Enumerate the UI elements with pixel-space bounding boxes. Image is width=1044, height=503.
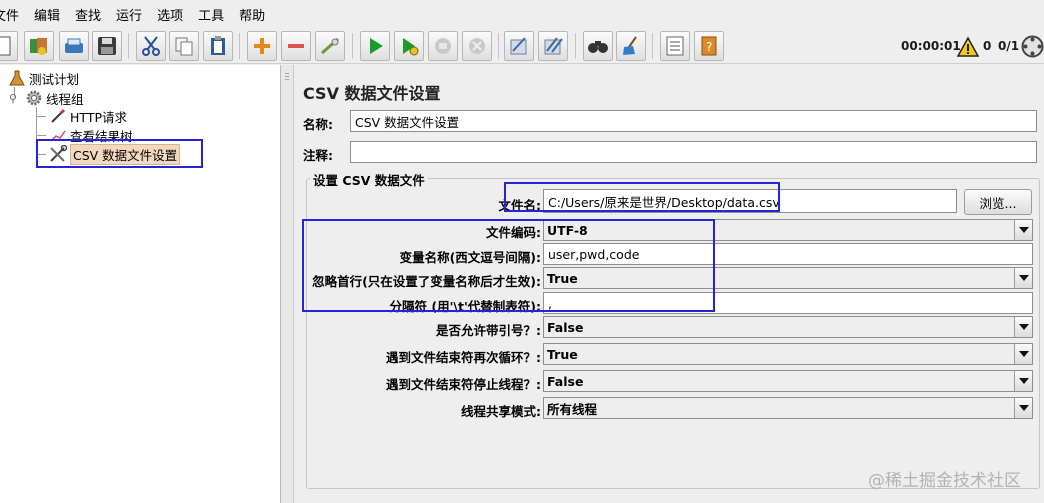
chevron-down-icon[interactable] bbox=[1014, 220, 1032, 240]
name-label: 名称: bbox=[303, 117, 333, 132]
templates-button[interactable] bbox=[24, 31, 54, 61]
allow-quoted-label: 是否允许带引号？: bbox=[436, 323, 541, 338]
paste-icon bbox=[211, 36, 225, 55]
templates-icon bbox=[30, 38, 47, 55]
cut-button[interactable] bbox=[136, 31, 166, 61]
menu-help[interactable]: 帮助 bbox=[239, 5, 265, 24]
search-icon bbox=[588, 41, 608, 53]
menu-file[interactable]: 文件 bbox=[0, 5, 19, 24]
highlight-box-settings bbox=[302, 219, 715, 312]
highlight-box-filename bbox=[504, 182, 780, 212]
start-icon bbox=[370, 38, 383, 54]
page-title: CSV 数据文件设置 bbox=[303, 84, 441, 103]
tree-label-test-plan: 测试计划 bbox=[29, 71, 80, 87]
paste-button[interactable] bbox=[203, 31, 233, 61]
active-threads: 0/1 bbox=[998, 39, 1020, 53]
toolbar: ? 00:00:01 0 0/1 bbox=[0, 28, 1044, 64]
stop-icon bbox=[435, 38, 451, 54]
recycle-eof-label: 遇到文件结束符再次循环？: bbox=[386, 350, 541, 365]
sharing-mode-value: 所有线程 bbox=[547, 401, 598, 417]
reset-search-button[interactable] bbox=[616, 31, 646, 61]
menu-search[interactable]: 查找 bbox=[75, 5, 101, 24]
elapsed-time: 00:00:01 bbox=[901, 39, 961, 53]
shutdown-icon bbox=[469, 38, 485, 54]
comment-label: 注释: bbox=[303, 148, 333, 163]
menu-run[interactable]: 运行 bbox=[116, 5, 142, 24]
allow-quoted-value: False bbox=[547, 319, 584, 335]
chevron-down-icon[interactable] bbox=[1014, 371, 1032, 391]
clear-button[interactable] bbox=[504, 31, 534, 61]
sharing-mode-label: 线程共享模式: bbox=[461, 404, 541, 419]
expand-all-button[interactable] bbox=[247, 31, 277, 61]
csv-config-panel: CSV 数据文件设置 名称: CSV 数据文件设置 注释: 设置 CSV 数据文… bbox=[294, 65, 1044, 503]
recycle-eof-value: True bbox=[547, 346, 578, 362]
chevron-down-icon[interactable] bbox=[1014, 317, 1032, 337]
stop-thread-eof-combobox[interactable]: False bbox=[543, 370, 1033, 392]
copy-button[interactable] bbox=[169, 31, 199, 61]
menu-options[interactable]: 选项 bbox=[157, 5, 183, 24]
tree-label-thread-group: 线程组 bbox=[46, 91, 84, 107]
warning-count: 0 bbox=[983, 39, 992, 53]
new-button[interactable] bbox=[0, 31, 18, 61]
save-button[interactable] bbox=[92, 31, 122, 61]
stop-thread-eof-value: False bbox=[547, 373, 584, 389]
tree-node-thread-group[interactable]: ⚲ 线程组 bbox=[9, 89, 84, 107]
svg-text:?: ? bbox=[706, 40, 712, 54]
chevron-down-icon[interactable] bbox=[1014, 398, 1032, 418]
name-field[interactable]: CSV 数据文件设置 bbox=[350, 110, 1037, 132]
pipette-icon bbox=[49, 107, 67, 125]
test-plan-icon bbox=[8, 69, 26, 87]
start-button[interactable] bbox=[360, 31, 390, 61]
open-button[interactable] bbox=[59, 31, 89, 61]
warning-icon[interactable] bbox=[957, 37, 979, 57]
function-helper-button[interactable] bbox=[660, 31, 690, 61]
tree-label-http-request: HTTP请求 bbox=[70, 109, 127, 125]
allow-quoted-combobox[interactable]: False bbox=[543, 316, 1033, 338]
gear-icon bbox=[25, 89, 43, 107]
highlight-box-tree bbox=[36, 139, 203, 168]
toggle-button[interactable] bbox=[315, 31, 345, 61]
chevron-down-icon[interactable] bbox=[1014, 268, 1032, 288]
split-divider[interactable] bbox=[281, 65, 294, 503]
menu-tools[interactable]: 工具 bbox=[198, 5, 224, 24]
start-no-pauses-icon bbox=[403, 38, 419, 56]
collapse-all-button[interactable] bbox=[281, 31, 311, 61]
tree-toggle-icon[interactable]: ⚲ bbox=[9, 92, 19, 105]
watermark: @稀土掘金技术社区 bbox=[868, 471, 1021, 491]
help-icon: ? bbox=[701, 36, 717, 56]
toggle-icon bbox=[321, 37, 339, 55]
menu-edit[interactable]: 编辑 bbox=[34, 5, 60, 24]
tree-node-http-request[interactable]: HTTP请求 bbox=[49, 107, 127, 125]
search-button[interactable] bbox=[583, 31, 613, 61]
sharing-mode-combobox[interactable]: 所有线程 bbox=[543, 397, 1033, 419]
tree-node-test-plan[interactable]: 测试计划 bbox=[8, 69, 79, 87]
cut-icon bbox=[142, 36, 160, 56]
recycle-eof-combobox[interactable]: True bbox=[543, 343, 1033, 365]
copy-icon bbox=[175, 37, 193, 56]
clear-all-button[interactable] bbox=[538, 31, 568, 61]
start-no-pauses-button[interactable] bbox=[394, 31, 424, 61]
menu-bar: 文件 编辑 查找 运行 选项 工具 帮助 bbox=[0, 0, 1044, 28]
reset-search-icon bbox=[623, 36, 637, 55]
remote-status-icon bbox=[1021, 35, 1044, 58]
open-icon bbox=[65, 38, 83, 53]
comment-field[interactable] bbox=[350, 141, 1037, 163]
save-icon bbox=[98, 37, 116, 55]
function-helper-icon bbox=[666, 36, 684, 56]
test-plan-tree: 测试计划 ⚲ 线程组 HTTP请求 查看结果树 CSV 数据文件设置 bbox=[0, 65, 281, 503]
stop-button[interactable] bbox=[428, 31, 458, 61]
csv-settings-group-title: 设置 CSV 数据文件 bbox=[310, 170, 428, 189]
chevron-down-icon[interactable] bbox=[1014, 344, 1032, 364]
clear-all-icon bbox=[544, 37, 563, 55]
stop-thread-eof-label: 遇到文件结束符停止线程？: bbox=[386, 377, 541, 392]
new-icon bbox=[0, 36, 11, 56]
help-button[interactable]: ? bbox=[694, 31, 724, 61]
browse-button[interactable]: 浏览... bbox=[964, 189, 1032, 215]
clear-icon bbox=[510, 37, 527, 55]
shutdown-button[interactable] bbox=[462, 31, 492, 61]
collapse-icon bbox=[288, 44, 304, 48]
expand-icon bbox=[254, 38, 270, 54]
